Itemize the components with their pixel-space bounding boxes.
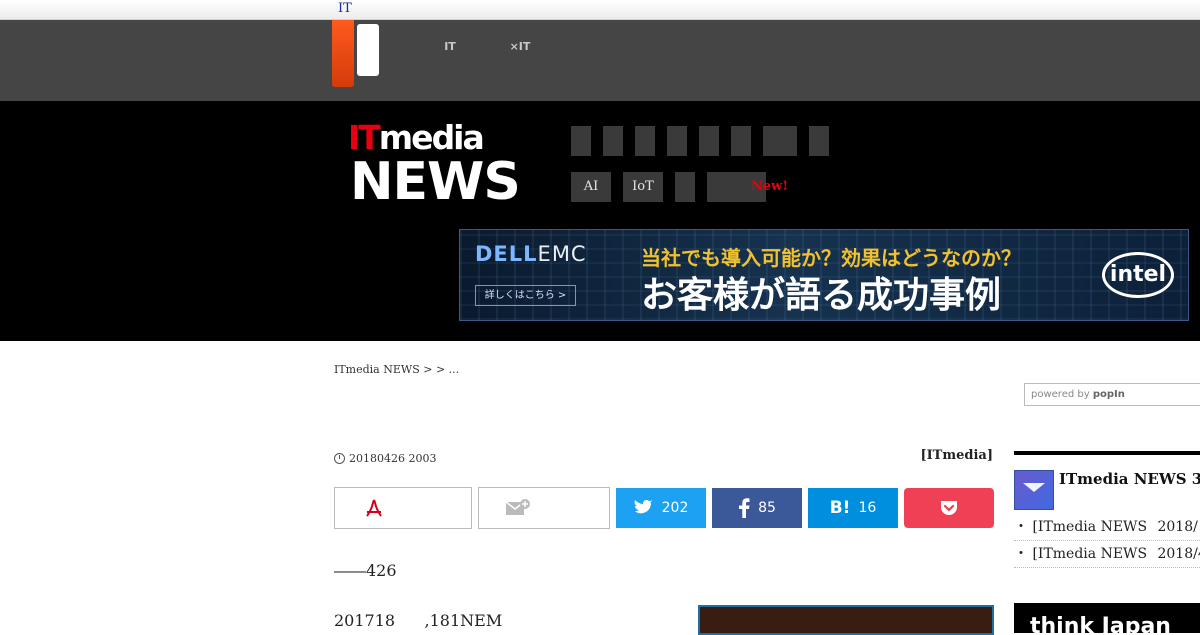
facebook-f-icon — [739, 498, 750, 518]
nav-item-7[interactable] — [763, 126, 797, 156]
facebook-share-count: 85 — [758, 500, 776, 516]
publish-date: 20180426 2003 — [349, 452, 437, 465]
network-bar — [0, 20, 1200, 101]
dell-emc-ad-banner[interactable]: DELLEMC 詳しくはこちら > 当社でも導入可能か？効果はどうなのか？ お客… — [459, 229, 1189, 321]
nav-item-1[interactable] — [571, 126, 591, 156]
think-japan-banner[interactable]: think Japan — [1014, 603, 1200, 633]
popin-search-box[interactable]: powered by popIn — [1024, 383, 1200, 406]
bookmark-button[interactable] — [478, 487, 610, 529]
pocket-icon — [941, 501, 957, 515]
mail-icon — [1014, 470, 1054, 510]
intel-logo: intel — [1102, 252, 1174, 298]
itmedia-tab[interactable] — [357, 24, 379, 76]
article-paragraph: 201718ㅤㅤ,181NEM — [334, 611, 503, 630]
nav-tag-3[interactable] — [675, 172, 695, 202]
nav-item-3[interactable] — [635, 126, 655, 156]
ranking-item[interactable]: ・ [ITmedia NEWS 2018/ — [1014, 514, 1200, 541]
pocket-button[interactable] — [904, 488, 994, 528]
ranking-item[interactable]: ・ [ITmedia NEWS 2018/4 — [1014, 541, 1200, 568]
twitter-share-button[interactable]: 202 — [616, 488, 706, 528]
mail-add-icon — [505, 499, 530, 515]
ranking-title: ITmedia NEWS 3 — [1059, 470, 1200, 488]
sitelink-1[interactable]: ㅤㅤ IT — [436, 26, 464, 54]
article-photo[interactable] — [698, 605, 994, 635]
nav-tag-iot[interactable]: IoT — [623, 172, 663, 202]
hatena-bookmark-button[interactable]: B! 16 — [808, 488, 898, 528]
twitter-share-count: 202 — [661, 500, 689, 516]
top-strip: IT — [0, 0, 1200, 20]
sitelink-2[interactable]: ㅤㅤㅤ ×IT — [504, 26, 536, 54]
hatena-b-icon: B! — [829, 498, 851, 518]
nav-item-5[interactable] — [699, 126, 719, 156]
nav-item-4[interactable] — [667, 126, 687, 156]
new-badge: New! — [751, 179, 789, 194]
twitter-bird-icon — [634, 500, 653, 514]
nav-item-8[interactable] — [809, 126, 829, 156]
breadcrumb[interactable]: ITmedia NEWS > > ... — [334, 363, 459, 376]
hatena-bookmark-count: 16 — [858, 500, 877, 516]
facebook-share-button[interactable]: 85 — [712, 488, 802, 528]
article-lead: ――426 — [334, 561, 397, 580]
itmedia-news-logo[interactable]: ITmedia NEWS — [348, 120, 521, 212]
banner-details-button[interactable]: 詳しくはこちら > — [475, 285, 576, 306]
nav-item-2[interactable] — [603, 126, 623, 156]
article-byline: [ITmedia] — [920, 448, 993, 463]
itmedia-tab-active[interactable] — [332, 20, 354, 87]
banner-headline-main: お客様が語る成功事例 — [641, 275, 1002, 316]
pdf-icon — [366, 499, 382, 517]
it-link[interactable]: IT — [338, 1, 352, 16]
sidebar-divider — [1014, 451, 1200, 455]
nav-item-6[interactable] — [731, 126, 751, 156]
article-dateline: 20180426 2003 — [334, 452, 436, 465]
dell-emc-logo: DELLEMC — [475, 242, 587, 266]
nav-tag-ai[interactable]: AI — [571, 172, 611, 202]
pdf-button[interactable] — [334, 487, 472, 529]
clock-icon — [334, 453, 345, 464]
